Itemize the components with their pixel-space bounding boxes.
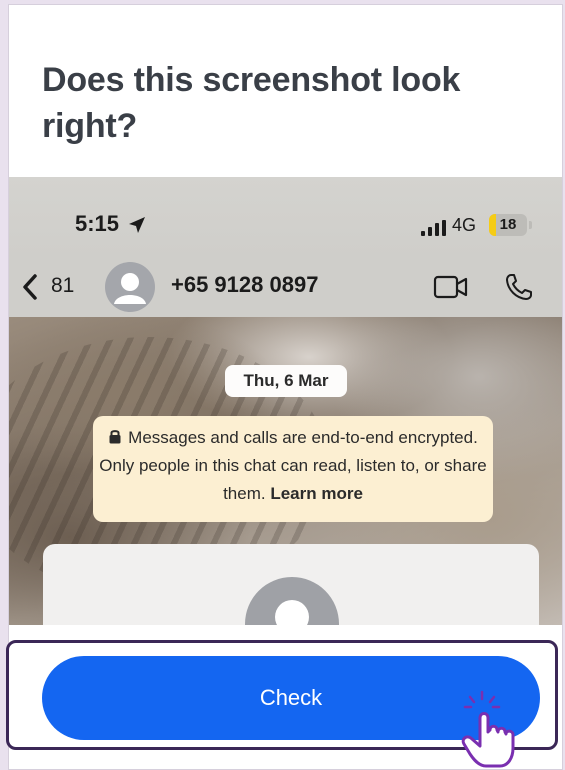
learn-more-link[interactable]: Learn more [270, 484, 363, 503]
chevron-left-icon[interactable] [21, 273, 39, 301]
screenshot-preview: 5:15 4G 18 81 +65 9128 0897 Thu, 6 Mar M… [9, 177, 562, 625]
battery-indicator: 18 [489, 214, 527, 236]
phone-icon[interactable] [503, 271, 535, 303]
battery-tip [529, 221, 532, 229]
date-pill: Thu, 6 Mar [225, 365, 347, 397]
encryption-notice[interactable]: Messages and calls are end-to-end encryp… [93, 416, 493, 522]
tap-hand-icon [461, 712, 515, 768]
location-arrow-icon [129, 217, 145, 233]
unread-count[interactable]: 81 [51, 274, 74, 298]
contact-name[interactable]: +65 9128 0897 [171, 272, 318, 298]
signal-bars-icon [421, 220, 446, 236]
network-type: 4G [452, 215, 477, 235]
status-time: 5:15 [75, 211, 120, 236]
chat-background: Thu, 6 Mar Messages and calls are end-to… [9, 317, 562, 625]
chat-header: 81 +65 9128 0897 [9, 257, 562, 317]
video-camera-icon[interactable] [433, 274, 469, 300]
battery-level: 18 [499, 216, 517, 233]
status-bar: 5:15 4G 18 [9, 177, 562, 257]
person-avatar-icon[interactable] [105, 262, 155, 312]
dialog-title: Does this screenshot look right? [42, 61, 461, 145]
lock-icon [109, 430, 121, 444]
